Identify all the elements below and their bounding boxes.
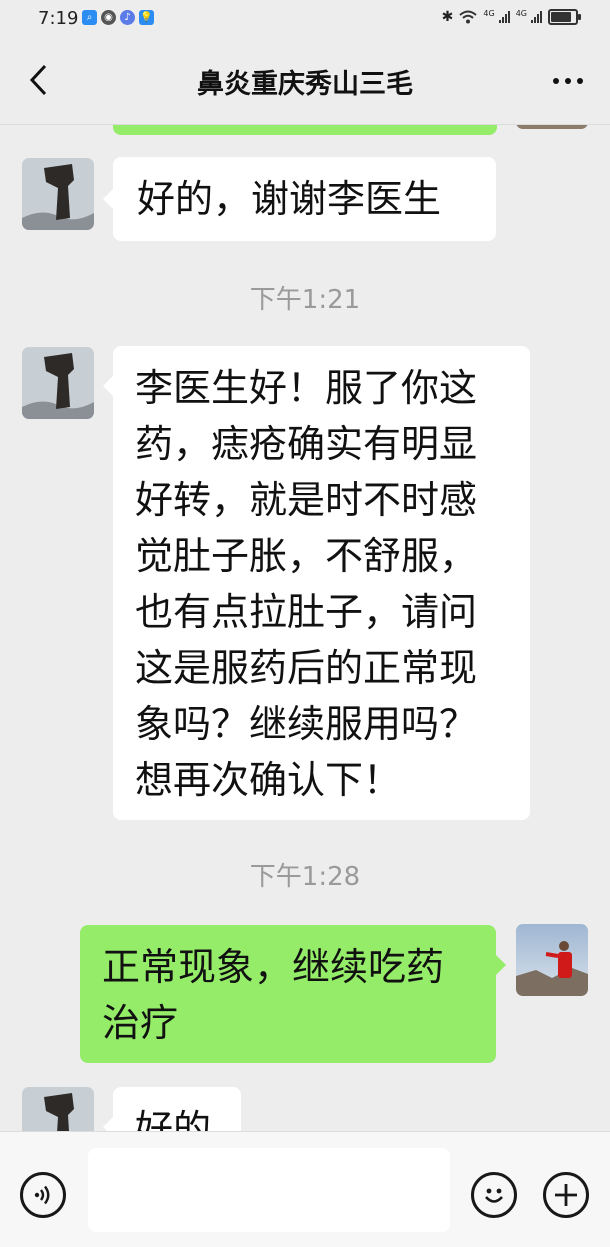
battery-icon <box>548 9 581 25</box>
more-dots-icon <box>553 78 559 84</box>
signal-icon-2 <box>531 11 542 23</box>
message-line: 治疗 <box>102 1001 179 1045</box>
chat-header: 鼻炎重庆秀山三毛 <box>0 38 610 125</box>
message-bubble-in[interactable]: 好的 <box>103 1087 241 1131</box>
network-label-2: 4G <box>515 9 527 18</box>
voice-button[interactable] <box>20 1172 66 1218</box>
battery-fill <box>551 12 571 22</box>
message-bubble-out[interactable]: 正常现象，继续吃药 治疗 <box>80 925 506 1063</box>
bulb-icon: 💡 <box>139 10 154 25</box>
message-line: 正常现象，继续吃药 <box>102 945 445 989</box>
avatar-contact[interactable] <box>22 347 94 419</box>
voice-icon <box>34 1185 50 1205</box>
message-input[interactable] <box>88 1148 450 1232</box>
more-dot <box>565 78 571 84</box>
message-line: 象吗？继续服用吗？ <box>135 702 478 746</box>
status-bar: 7:19 ⌕ ◉ ♪ 💡 ✱ 4G 4G <box>0 0 610 38</box>
message-line: 想再次确认下！ <box>135 758 402 802</box>
input-bar <box>0 1131 610 1247</box>
add-button[interactable] <box>543 1172 589 1218</box>
status-time: 7:19 <box>38 8 79 29</box>
emoji-icon <box>485 1188 503 1203</box>
emoji-button[interactable] <box>471 1172 517 1218</box>
message-line: 李医生好！服了你这 <box>135 366 478 410</box>
message-bubble-in[interactable]: 李医生好！服了你这 药，痣疮确实有明显 好转，就是时不时感 觉肚子胀，不舒服， … <box>103 346 530 820</box>
timestamp: 下午1:21 <box>249 285 361 315</box>
avatar-self-partial[interactable] <box>516 125 588 129</box>
message-line: 这是服药后的正常现 <box>135 646 478 690</box>
status-right: ✱ 4G 4G <box>441 9 581 25</box>
message-text: 好的 <box>135 1107 212 1131</box>
more-button[interactable] <box>546 63 590 99</box>
chat-title: 鼻炎重庆秀山三毛 <box>197 69 413 100</box>
notification-icons: ⌕ ◉ ♪ 💡 <box>82 10 154 25</box>
message-line: 也有点拉肚子，请问 <box>135 590 478 634</box>
bluetooth-icon: ✱ <box>441 9 454 25</box>
avatar-contact[interactable] <box>22 1087 94 1131</box>
avatar-contact[interactable] <box>22 158 94 230</box>
timestamp: 下午1:28 <box>249 862 361 892</box>
search-app-icon: ⌕ <box>82 10 97 25</box>
message-bubble-partial[interactable] <box>113 125 497 135</box>
signal-icon-1 <box>498 11 510 23</box>
avatar-self[interactable] <box>516 924 588 996</box>
music-icon: ♪ <box>120 10 135 25</box>
message-line: 觉肚子胀，不舒服， <box>135 534 478 578</box>
more-dot <box>577 78 583 84</box>
message-bubble-in[interactable]: 好的，谢谢李医生 <box>103 157 496 241</box>
app-icon: ◉ <box>101 10 116 25</box>
message-text: 好的，谢谢李医生 <box>137 177 442 221</box>
wifi-icon <box>459 10 478 24</box>
message-line: 好转，就是时不时感 <box>135 478 478 522</box>
chat-area[interactable]: 好的，谢谢李医生 下午1:21 李医生好！服了你这 药，痣疮确实有明显 好转，就… <box>0 125 610 1131</box>
message-line: 药，痣疮确实有明显 <box>135 422 478 466</box>
plus-icon <box>555 1184 577 1206</box>
network-label-1: 4G <box>483 9 495 18</box>
